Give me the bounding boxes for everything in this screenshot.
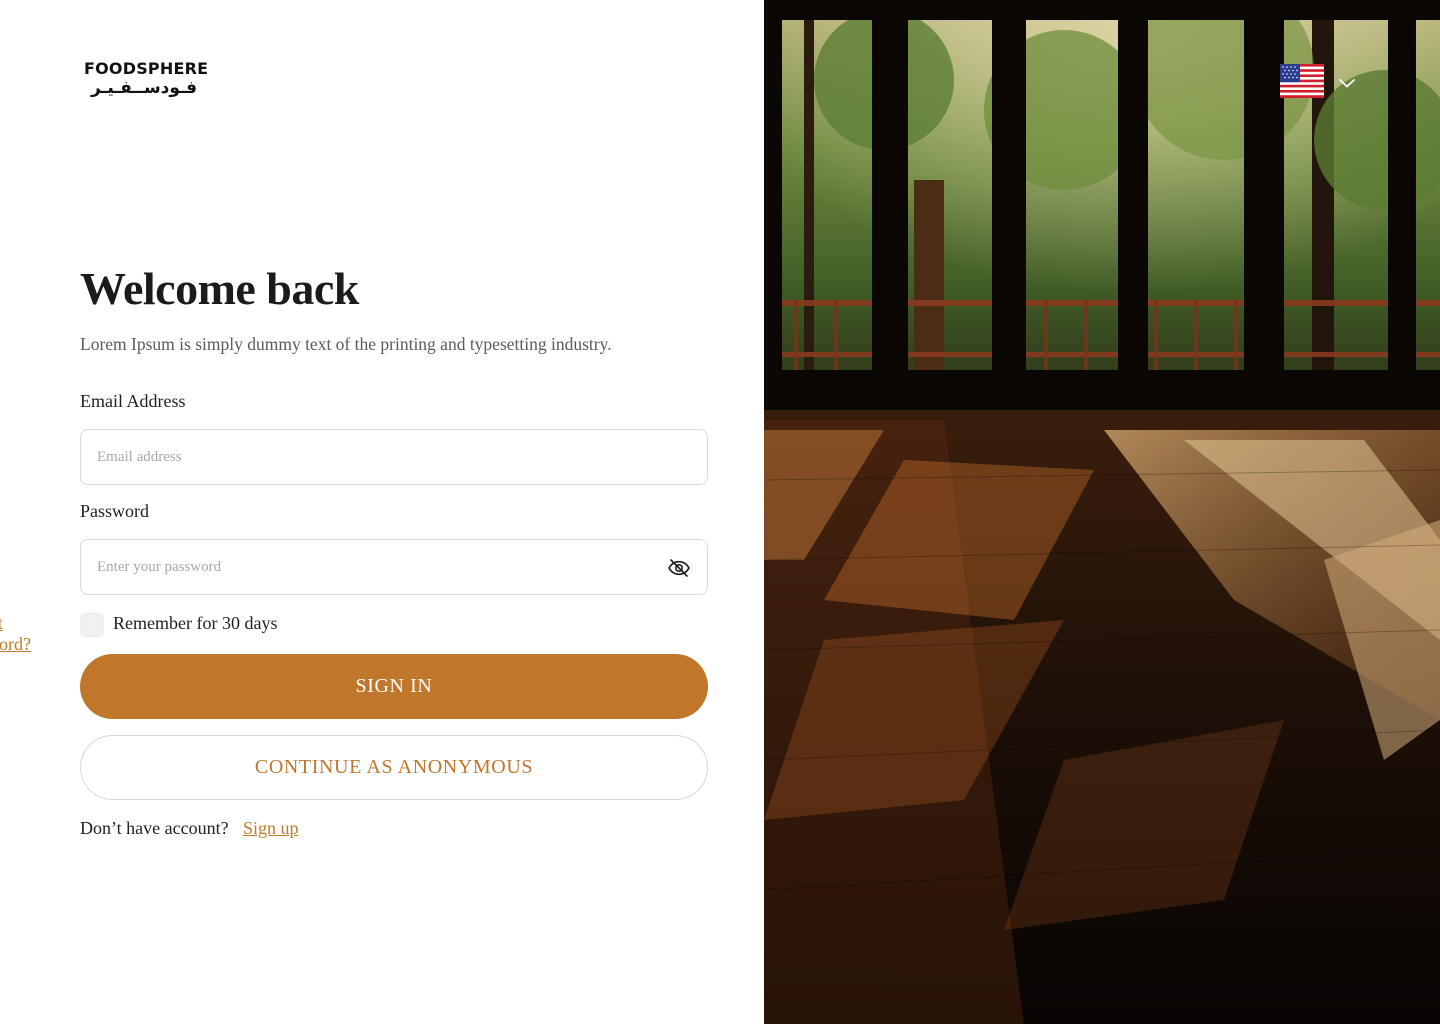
eye-off-icon[interactable] (667, 556, 691, 580)
hero-illustration (764, 0, 1440, 1024)
sign-in-button[interactable]: SIGN IN (80, 654, 708, 719)
email-label: Email Address (80, 391, 186, 411)
us-flag-icon (1280, 64, 1324, 102)
logo-text-ar: فـودســفـيـر (90, 78, 198, 98)
language-selector[interactable] (1280, 64, 1356, 102)
logo-text-en: FOODSPHERE (84, 59, 209, 78)
sign-up-link[interactable]: Sign up (243, 818, 299, 839)
hero-image (764, 0, 1440, 1024)
password-field[interactable] (81, 540, 641, 594)
page-title: Welcome back (80, 263, 359, 314)
chevron-down-icon (1338, 74, 1356, 93)
no-account-text: Don’t have account? (80, 818, 229, 838)
email-field-container (80, 429, 708, 485)
email-field[interactable] (81, 430, 641, 484)
continue-anonymous-button[interactable]: CONTINUE AS ANONYMOUS (80, 735, 708, 800)
remember-checkbox[interactable] (80, 613, 104, 637)
forgot-password-link[interactable]: Forgot password? (0, 613, 31, 655)
login-panel: FOODSPHERE فـودســفـيـر Welcome back Lor… (0, 0, 764, 1024)
password-label: Password (80, 501, 150, 521)
page-subtitle: Lorem Ipsum is simply dummy text of the … (80, 334, 612, 354)
password-field-container (80, 539, 708, 595)
foodsphere-logo: FOODSPHERE فـودســفـيـر (84, 59, 209, 99)
remember-label: Remember for 30 days (113, 613, 278, 633)
